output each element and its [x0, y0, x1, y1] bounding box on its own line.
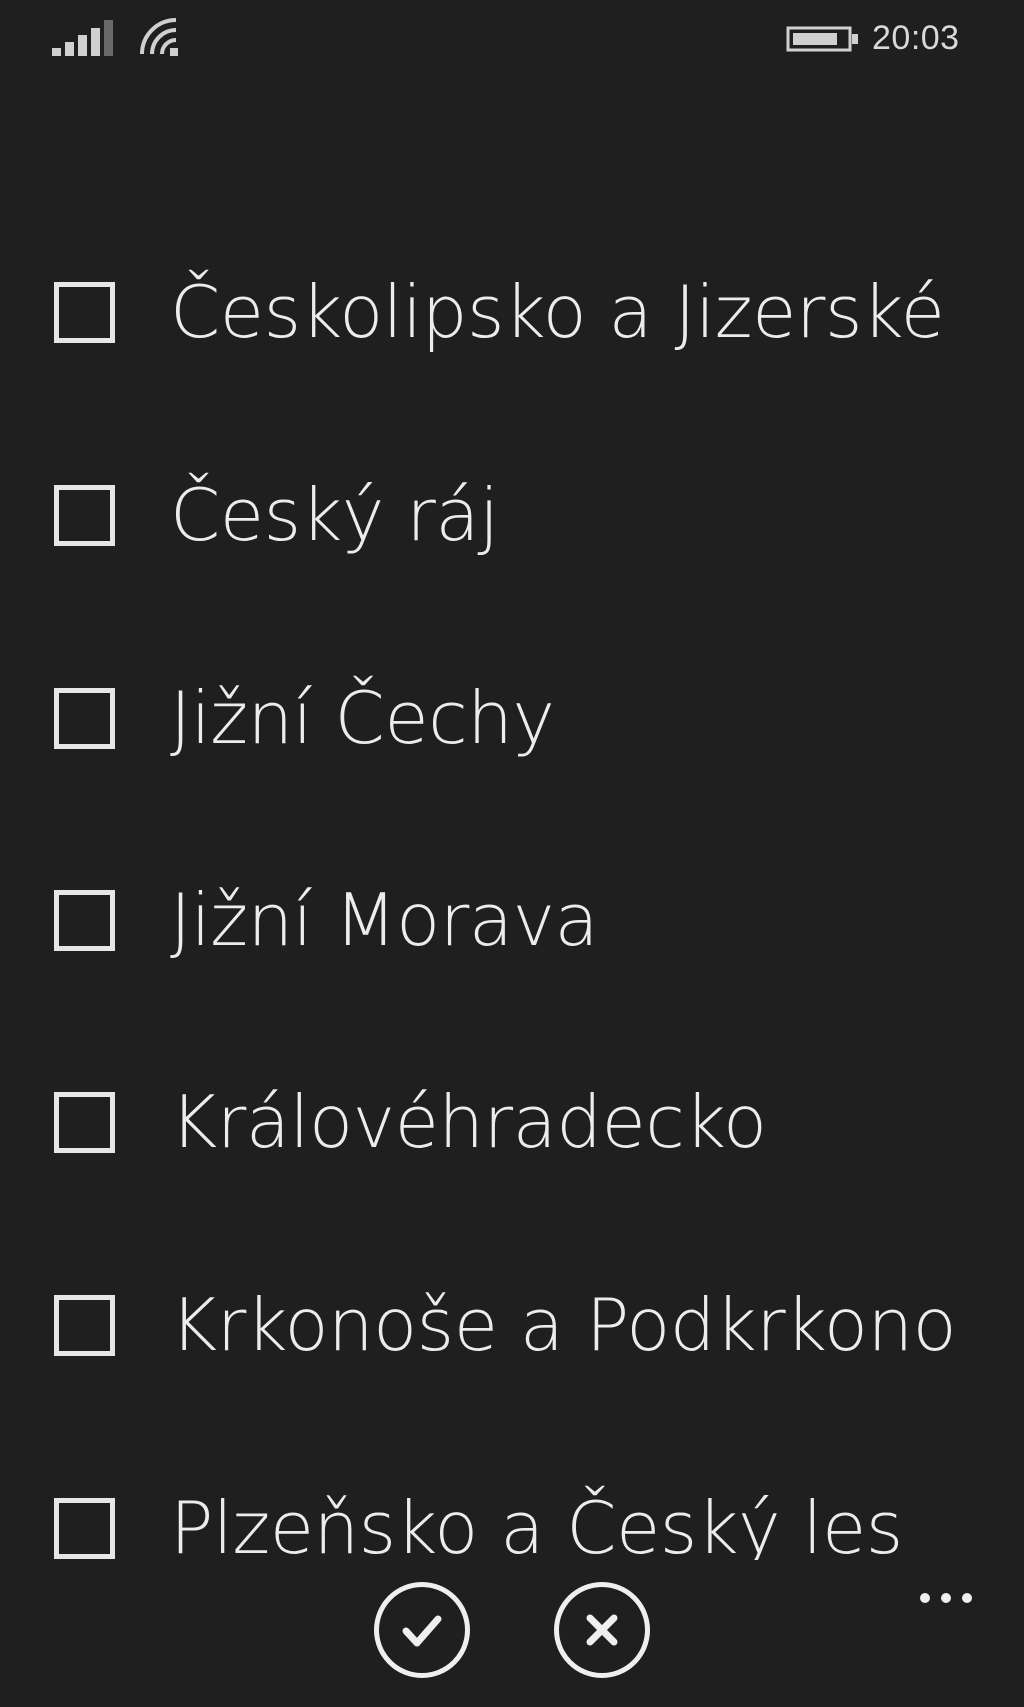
checkmark-icon: [402, 1615, 442, 1647]
checkbox[interactable]: [54, 282, 115, 343]
list-item[interactable]: Český ráj: [0, 455, 1024, 595]
cancel-button[interactable]: [554, 1582, 650, 1678]
checkbox[interactable]: [54, 688, 115, 749]
list-item[interactable]: Královéhradecko: [0, 1062, 1024, 1202]
item-label: Plzeňsko a Český les: [170, 1486, 903, 1560]
list-item[interactable]: Jižní Čechy: [0, 658, 1024, 798]
item-label: Českolipsko a Jizerské: [170, 270, 945, 354]
checkbox[interactable]: [54, 890, 115, 951]
app-bar: [0, 1560, 1024, 1707]
checkbox[interactable]: [54, 1498, 115, 1559]
close-icon: [586, 1614, 618, 1646]
list-item[interactable]: Krkonoše a Podkrkono: [0, 1265, 1024, 1405]
accept-button[interactable]: [374, 1582, 470, 1678]
list-item[interactable]: Jižní Morava: [0, 860, 1024, 1000]
list-item[interactable]: Českolipsko a Jizerské: [0, 252, 1024, 392]
item-label: Jižní Morava: [170, 878, 599, 962]
more-icon: [962, 1593, 972, 1603]
checkbox[interactable]: [54, 1092, 115, 1153]
item-label: Krkonoše a Podkrkono: [170, 1283, 957, 1367]
region-list[interactable]: Českolipsko a Jizerské Český ráj Jižní Č…: [0, 0, 1024, 1560]
more-button[interactable]: [916, 1582, 982, 1612]
item-label: Královéhradecko: [170, 1080, 767, 1164]
more-icon: [920, 1593, 930, 1603]
checkbox[interactable]: [54, 1295, 115, 1356]
item-label: Český ráj: [170, 473, 499, 557]
list-item[interactable]: Plzeňsko a Český les: [0, 1468, 1024, 1560]
item-label: Jižní Čechy: [170, 676, 555, 760]
checkbox[interactable]: [54, 485, 115, 546]
more-icon: [941, 1593, 951, 1603]
